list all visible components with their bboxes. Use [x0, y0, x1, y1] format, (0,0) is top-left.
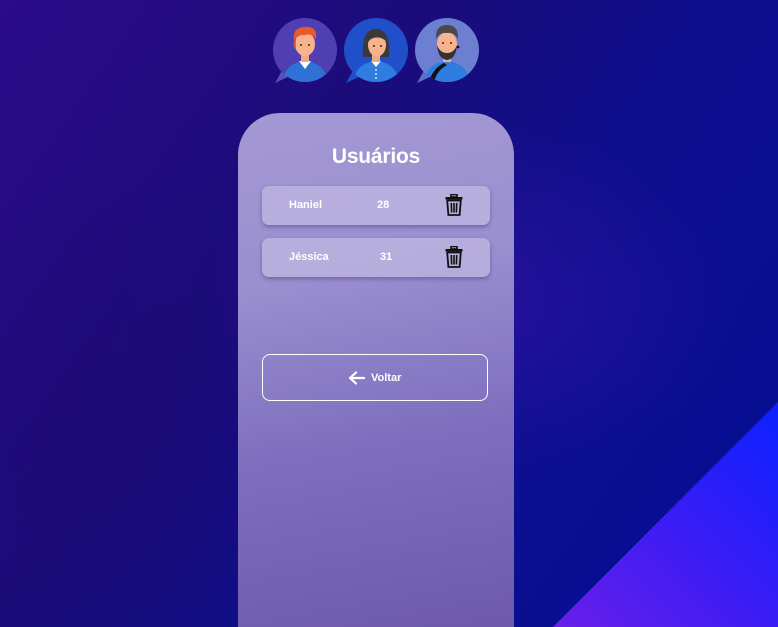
person-icon [415, 18, 479, 83]
users-card: Usuários Haniel 28 Jéssica 31 Voltar [238, 113, 514, 627]
user-row: Haniel 28 [262, 186, 490, 225]
person-icon [344, 18, 408, 83]
user-row: Jéssica 31 [262, 238, 490, 277]
user-age: 28 [377, 199, 390, 211]
back-button[interactable]: Voltar [262, 354, 488, 401]
page-title: Usuários [331, 145, 421, 168]
person-icon [273, 18, 337, 83]
user-name: Haniel [289, 199, 323, 211]
avatar-woman [343, 17, 409, 85]
user-age: 31 [380, 251, 393, 263]
avatar-bearded-man [414, 17, 480, 85]
avatar-group [272, 17, 482, 85]
trash-icon[interactable] [445, 194, 463, 216]
arrow-left-icon [348, 371, 365, 385]
back-button-label: Voltar [371, 372, 402, 384]
avatar-redhead-man [272, 17, 338, 85]
trash-icon[interactable] [445, 246, 463, 268]
user-name: Jéssica [289, 251, 329, 263]
